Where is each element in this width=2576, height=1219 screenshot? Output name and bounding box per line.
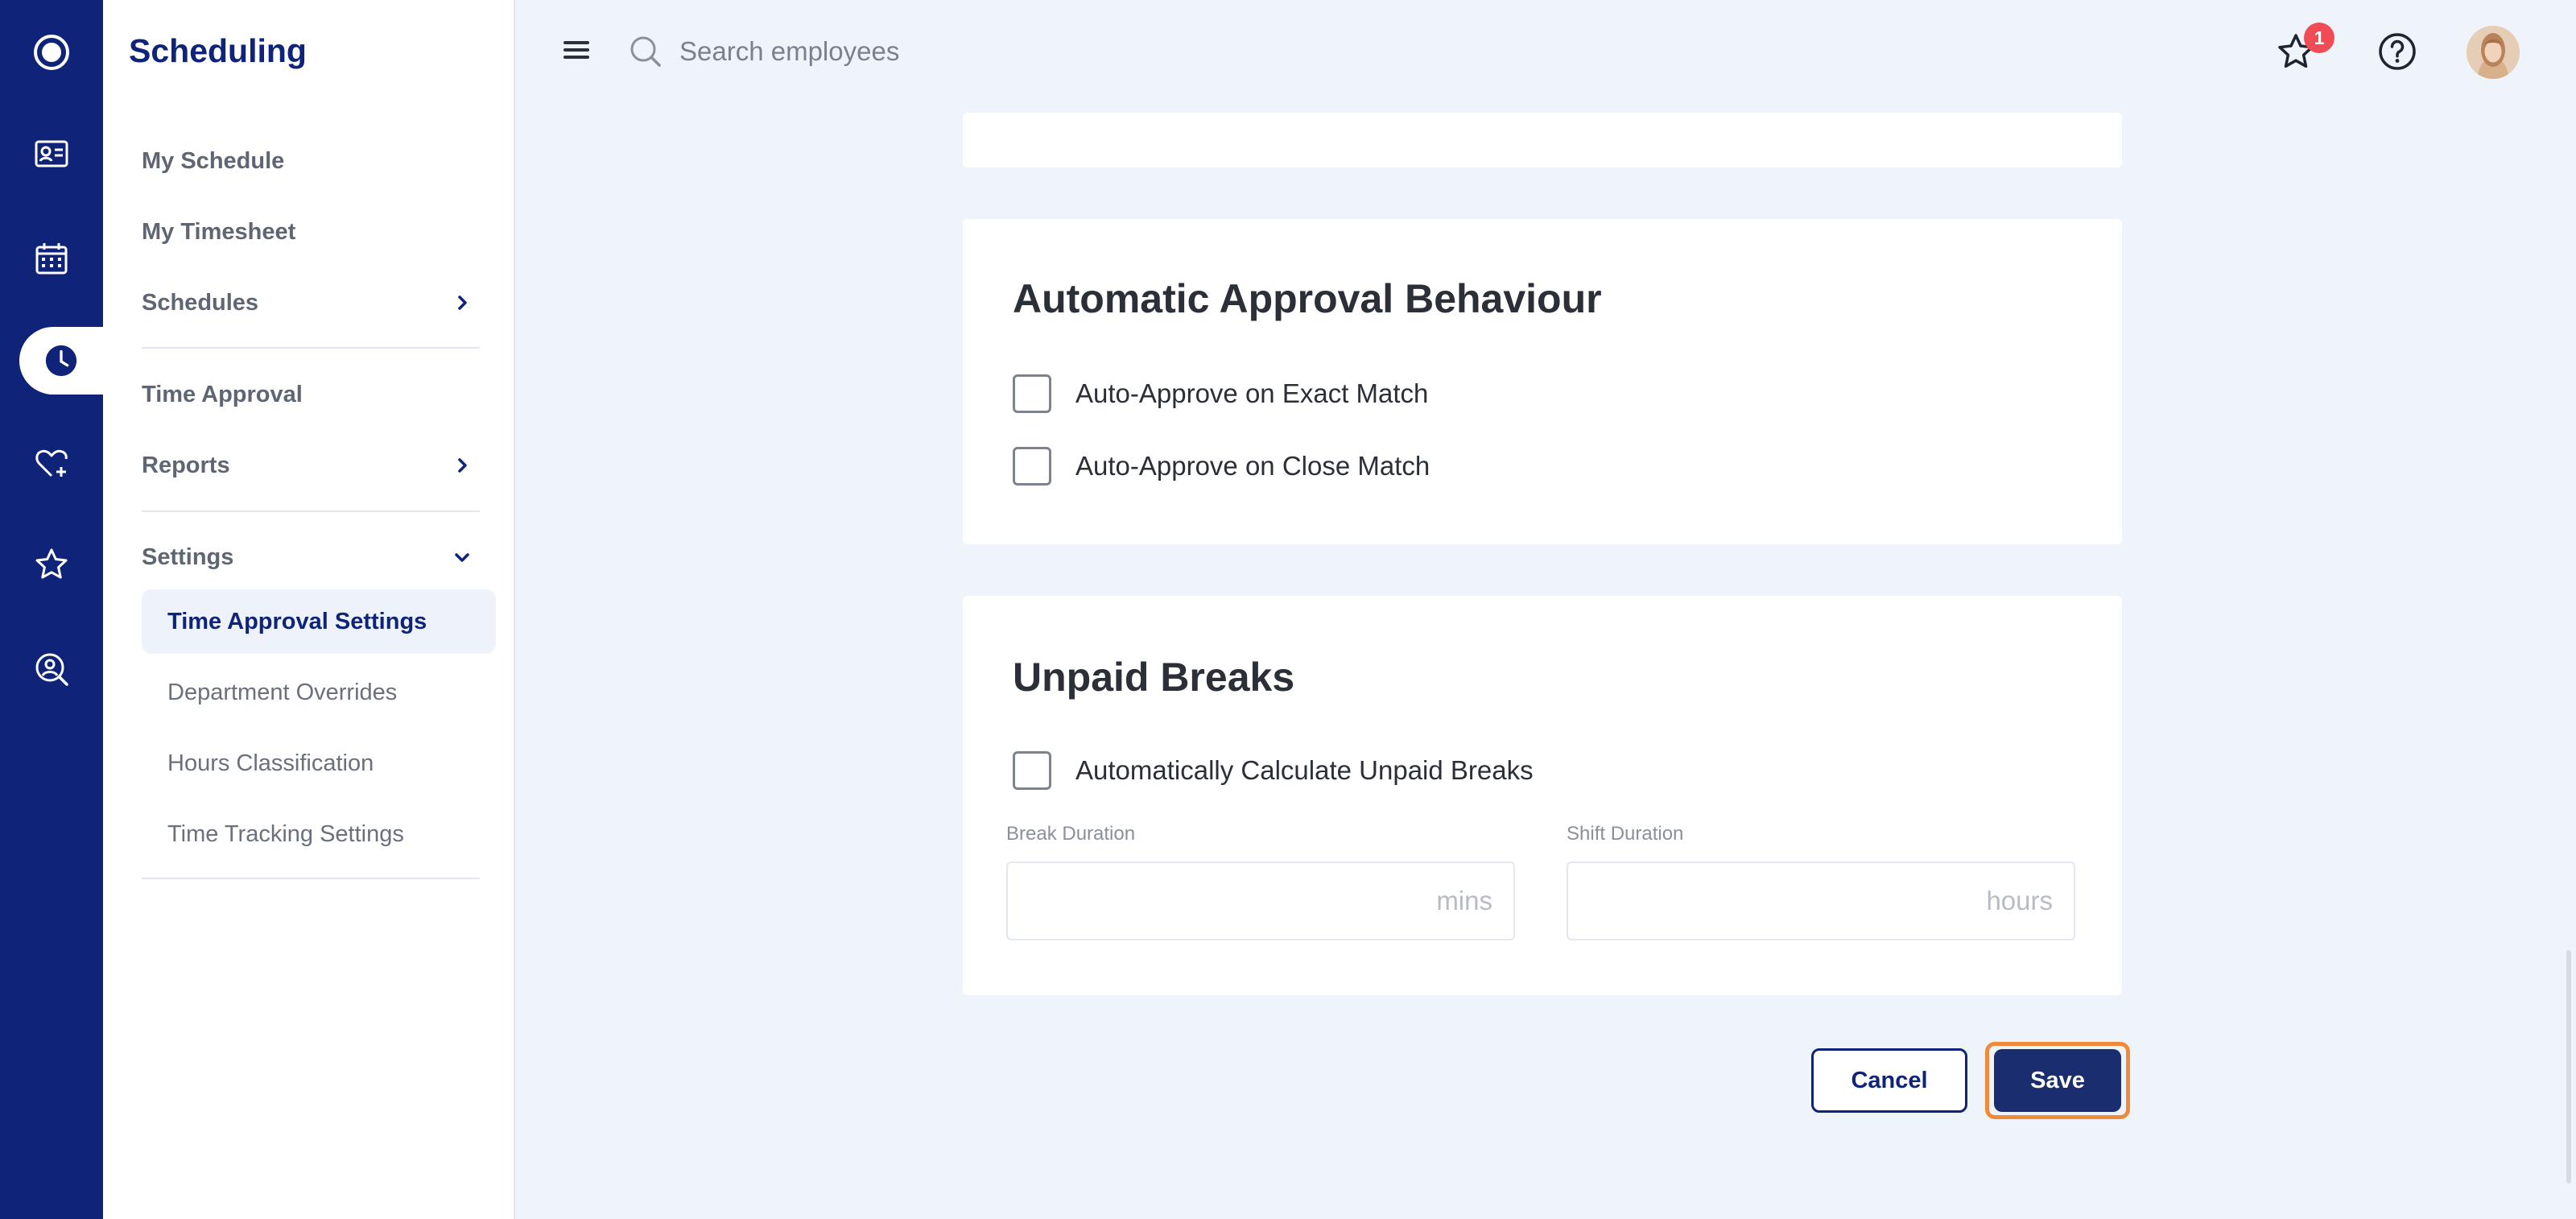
save-button-focus-ring: Save bbox=[1985, 1042, 2130, 1119]
sidebar: Scheduling My Schedule My Timesheet Sche… bbox=[103, 0, 515, 1219]
automatic-approval-card: Automatic Approval Behaviour Auto-Approv… bbox=[963, 219, 2122, 544]
chevron-right-icon bbox=[458, 458, 467, 473]
cancel-button[interactable]: Cancel bbox=[1811, 1048, 1967, 1113]
scrollbar-thumb[interactable] bbox=[2566, 950, 2571, 1184]
checkbox-label: Automatically Calculate Unpaid Breaks bbox=[1075, 755, 1534, 785]
sidebar-item-label: Settings bbox=[142, 543, 234, 570]
sidebar-item-time-approval-settings[interactable]: Time Approval Settings bbox=[142, 589, 496, 654]
sidebar-item-department-overrides[interactable]: Department Overrides bbox=[142, 660, 496, 725]
heart-plus-icon[interactable] bbox=[0, 419, 103, 507]
search-icon bbox=[630, 36, 661, 67]
sidebar-item-label: Time Approval Settings bbox=[167, 608, 427, 634]
checkbox-label: Auto-Approve on Exact Match bbox=[1075, 378, 1429, 408]
hamburger-menu-icon[interactable] bbox=[560, 34, 592, 66]
settings-card-previous bbox=[963, 113, 2122, 167]
sidebar-item-my-schedule[interactable]: My Schedule bbox=[142, 138, 477, 184]
sidebar-item-time-tracking-settings[interactable]: Time Tracking Settings bbox=[142, 802, 496, 866]
unpaid-breaks-heading: Unpaid Breaks bbox=[1013, 655, 1295, 700]
auto-calculate-unpaid-breaks-checkbox[interactable]: Automatically Calculate Unpaid Breaks bbox=[1013, 750, 1534, 791]
icon-rail bbox=[0, 0, 103, 1219]
avatar[interactable] bbox=[2467, 26, 2520, 79]
search-input[interactable] bbox=[679, 29, 1162, 74]
sidebar-item-schedules[interactable]: Schedules bbox=[142, 280, 477, 325]
shift-duration-label: Shift Duration bbox=[1567, 823, 1684, 845]
user-avatar-icon bbox=[2467, 26, 2520, 79]
app-logo-icon[interactable] bbox=[0, 8, 103, 97]
checkbox-box[interactable] bbox=[1013, 447, 1051, 486]
sidebar-item-my-timesheet[interactable]: My Timesheet bbox=[142, 209, 477, 254]
help-icon[interactable] bbox=[2376, 31, 2418, 72]
sidebar-item-label: Time Tracking Settings bbox=[167, 820, 404, 847]
sidebar-item-label: My Timesheet bbox=[142, 218, 296, 245]
sidebar-item-time-approval[interactable]: Time Approval bbox=[142, 372, 477, 417]
sidebar-divider bbox=[142, 878, 480, 879]
sidebar-item-label: Reports bbox=[142, 452, 230, 478]
shift-duration-input[interactable] bbox=[1568, 863, 2074, 939]
app-title: Scheduling bbox=[129, 32, 307, 69]
calendar-icon[interactable] bbox=[0, 214, 103, 303]
sidebar-item-label: Department Overrides bbox=[167, 679, 398, 705]
chevron-right-icon bbox=[458, 295, 467, 310]
automatic-approval-heading: Automatic Approval Behaviour bbox=[1013, 276, 1602, 321]
sidebar-divider bbox=[142, 510, 480, 512]
unpaid-breaks-card: Unpaid Breaks Automatically Calculate Un… bbox=[963, 596, 2122, 995]
checkbox-box[interactable] bbox=[1013, 374, 1051, 413]
auto-approve-exact-match-checkbox[interactable]: Auto-Approve on Exact Match bbox=[1013, 374, 1428, 414]
sidebar-item-settings[interactable]: Settings bbox=[142, 535, 477, 580]
shift-duration-field bbox=[1567, 862, 2075, 940]
save-button[interactable]: Save bbox=[1994, 1049, 2121, 1112]
user-search-icon[interactable] bbox=[0, 625, 103, 713]
break-duration-field bbox=[1006, 862, 1515, 940]
auto-approve-close-match-checkbox[interactable]: Auto-Approve on Close Match bbox=[1013, 446, 1430, 486]
star-icon[interactable] bbox=[0, 520, 103, 609]
sidebar-divider bbox=[142, 347, 480, 349]
sidebar-item-label: Schedules bbox=[142, 289, 259, 316]
sidebar-item-label: My Schedule bbox=[142, 147, 285, 174]
checkbox-label: Auto-Approve on Close Match bbox=[1075, 451, 1430, 481]
checkbox-box[interactable] bbox=[1013, 751, 1051, 790]
sidebar-item-label: Hours Classification bbox=[167, 750, 374, 776]
notification-badge: 1 bbox=[2304, 23, 2334, 53]
sidebar-item-reports[interactable]: Reports bbox=[142, 443, 477, 488]
break-duration-input[interactable] bbox=[1008, 863, 1513, 939]
id-card-icon[interactable] bbox=[0, 110, 103, 198]
chevron-down-icon bbox=[455, 553, 469, 562]
clock-icon[interactable] bbox=[19, 327, 103, 395]
sidebar-item-label: Time Approval bbox=[142, 381, 303, 407]
sidebar-item-hours-classification[interactable]: Hours Classification bbox=[142, 731, 496, 795]
break-duration-label: Break Duration bbox=[1006, 823, 1136, 845]
